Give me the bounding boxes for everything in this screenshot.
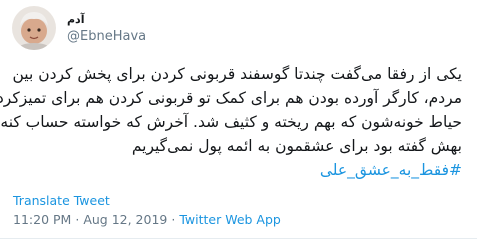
meta-separator: ·	[171, 212, 176, 227]
translate-tweet-link[interactable]: Translate Tweet	[13, 193, 110, 208]
user-info: آدم @EbneHava	[67, 11, 146, 45]
tweet-text: یکی از رفقا می‌گفت چندتا گوسفند قربونی ک…	[0, 62, 463, 182]
tweet-text-line: حیاط خونه‌شون که بهم ریخته و کثیف شد. آخ…	[0, 113, 462, 131]
avatar-image	[12, 6, 56, 50]
divider	[0, 238, 477, 239]
user-handle[interactable]: @EbneHava	[67, 28, 146, 45]
tweet-card: آدم @EbneHava یکی از رفقا می‌گفت چندتا گ…	[0, 0, 477, 242]
tweet-time[interactable]: 11:20 PM	[13, 212, 71, 227]
hashtag-link[interactable]: #فقط_به_عشق_علی	[14, 158, 462, 182]
tweet-meta: 11:20 PM · Aug 12, 2019 · Twitter Web App	[13, 212, 281, 227]
avatar[interactable]	[12, 6, 56, 50]
tweet-text-line: بهش گفته بود برای عشقمون به ائمه پول نمی…	[131, 137, 462, 155]
display-name[interactable]: آدم	[67, 11, 146, 28]
meta-separator: ·	[75, 212, 80, 227]
tweet-text-line: یکی از رفقا می‌گفت چندتا گوسفند قربونی ک…	[12, 65, 463, 83]
tweet-source-link[interactable]: Twitter Web App	[179, 212, 281, 227]
tweet-text-line: مردم، کارگر آورده بودن هم برای کمک تو قر…	[0, 89, 462, 107]
tweet-date[interactable]: Aug 12, 2019	[83, 212, 167, 227]
tweet-header: آدم @EbneHava	[12, 6, 146, 50]
